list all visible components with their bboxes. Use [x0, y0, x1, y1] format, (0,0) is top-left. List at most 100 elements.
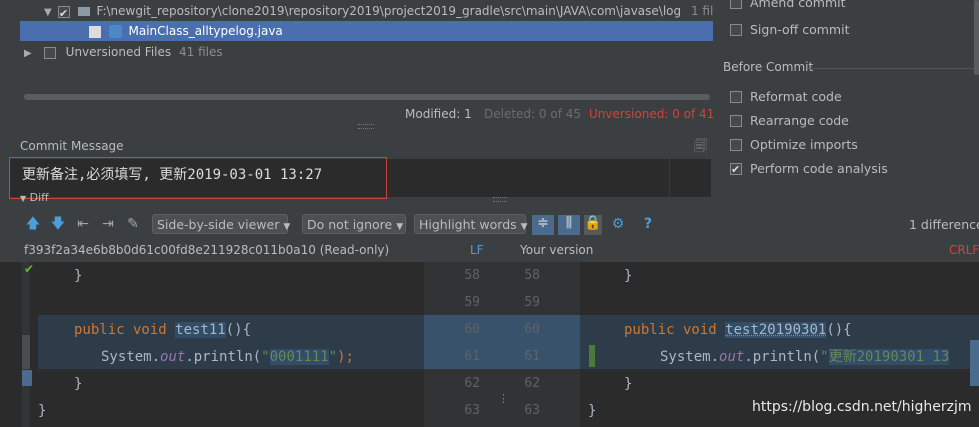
- before-commit-title: Before Commit: [723, 60, 814, 74]
- code-line: System.out.println("0001111");: [101, 347, 354, 367]
- code-string-quote: ": [328, 349, 338, 365]
- chevron-down-icon: ▼: [283, 222, 291, 232]
- lock-icon[interactable]: 🔒: [584, 215, 602, 235]
- rearrange-code-checkbox[interactable]: [730, 115, 742, 127]
- code-token: );: [337, 349, 354, 365]
- optimize-imports-option[interactable]: Optimize imports: [730, 136, 858, 154]
- right-change-marker: [589, 345, 595, 367]
- chevron-down-icon: ▼: [396, 222, 404, 232]
- left-file-info: f393f2a34e6b8b0d61c00fd8e211928c011b0a10…: [24, 243, 390, 257]
- analysis-ok-icon: ✔: [24, 262, 35, 276]
- left-line-separator[interactable]: LF: [470, 243, 484, 257]
- amend-commit-checkbox[interactable]: [730, 0, 742, 9]
- folder-path: F:\newgit_repository\clone2019\repositor…: [96, 4, 682, 18]
- java-file-icon: [108, 25, 122, 38]
- changes-tree: ▼ F:\newgit_repository\clone2019\reposit…: [20, 0, 721, 104]
- gutter-splitter-handle[interactable]: ⋮: [498, 392, 509, 405]
- prev-difference-icon[interactable]: 🡅: [25, 216, 41, 232]
- perform-code-analysis-label: Perform code analysis: [750, 161, 888, 176]
- folder-icon: [77, 7, 90, 16]
- tree-horizontal-scrollbar[interactable]: [24, 94, 710, 100]
- deleted-count: Deleted: 0 of 45: [484, 107, 582, 121]
- code-token: (){: [826, 322, 852, 338]
- expand-arrow-icon[interactable]: ▼: [44, 3, 54, 23]
- amend-commit-label: Amend commit: [750, 0, 846, 10]
- code-line: }: [74, 268, 83, 284]
- code-string: 0001111: [269, 349, 329, 365]
- tree-file-row[interactable]: MainClass_alltypelog.java: [20, 21, 713, 44]
- sync-scroll-icon[interactable]: ⫼: [558, 215, 580, 235]
- file-checkbox[interactable]: [88, 24, 101, 44]
- method-name: test11: [175, 322, 226, 338]
- code-line: System.out.println("更新20190301 13: [660, 347, 970, 367]
- method-name: test20190301: [725, 322, 827, 338]
- left-line-number: 60: [464, 322, 480, 337]
- optimize-imports-checkbox[interactable]: [730, 139, 742, 151]
- unversioned-count: 41 files: [178, 45, 223, 59]
- right-line-number: 58: [524, 268, 540, 283]
- right-line-number: 60: [524, 322, 540, 337]
- code-line: }: [588, 403, 597, 419]
- annotation-highlight-box: [9, 157, 387, 199]
- collapse-unchanged-icon[interactable]: ≑: [532, 215, 554, 235]
- left-line-number: 59: [464, 295, 480, 310]
- code-token: System.: [101, 349, 161, 365]
- right-title: Your version: [520, 243, 594, 257]
- code-string-quote: ": [820, 349, 829, 365]
- gear-icon[interactable]: ⚙: [610, 216, 626, 232]
- left-line-number: 61: [464, 349, 480, 364]
- reformat-code-checkbox[interactable]: [730, 91, 742, 103]
- rearrange-code-option[interactable]: Rearrange code: [730, 112, 849, 130]
- code-keyword: public void: [74, 322, 167, 338]
- watermark: https://blog.csdn.net/higherzjm: [752, 399, 972, 415]
- code-token: .println(: [744, 349, 821, 365]
- perform-code-analysis-checkbox[interactable]: [730, 161, 742, 179]
- code-string-quote: ": [261, 349, 270, 365]
- highlighting-select[interactable]: Highlight words ▼: [414, 214, 528, 234]
- splitter-handle[interactable]: [358, 124, 374, 129]
- commit-message-label: Commit Message: [20, 139, 124, 153]
- file-name: MainClass_alltypelog.java: [128, 24, 283, 38]
- sign-off-commit-option[interactable]: Sign-off commit: [730, 21, 850, 39]
- compare-files-icon[interactable]: ⇥: [100, 216, 116, 232]
- perform-code-analysis-option[interactable]: Perform code analysis: [730, 160, 888, 179]
- diff-collapse-icon: ▼: [20, 194, 27, 203]
- options-scrollbar[interactable]: [974, 0, 979, 75]
- sign-off-commit-checkbox[interactable]: [730, 24, 742, 36]
- right-scroll-marker: [970, 340, 979, 386]
- right-line-number: 59: [524, 295, 540, 310]
- ignore-whitespace-select[interactable]: Do not ignore ▼: [302, 214, 406, 234]
- next-difference-icon[interactable]: 🡇: [50, 216, 66, 232]
- commit-history-icon[interactable]: 🗐: [694, 137, 707, 159]
- tree-unversioned-row[interactable]: ▶ Unversioned Files 41 files: [24, 42, 223, 62]
- right-line-number: 63: [524, 403, 540, 418]
- right-line-number: 61: [524, 349, 540, 364]
- viewer-mode-select[interactable]: Side-by-side viewer ▼: [152, 214, 291, 234]
- gutter-change-highlight: [424, 315, 580, 369]
- code-line: }: [38, 403, 47, 419]
- jump-to-source-icon[interactable]: ⇤: [75, 216, 91, 232]
- right-line-separator[interactable]: CRLF: [949, 243, 979, 257]
- diff-toolbar: 🡅 🡇 ⇤ ⇥ ✎ Side-by-side viewer ▼ Do not i…: [0, 214, 979, 240]
- folder-checkbox[interactable]: [57, 4, 70, 24]
- left-scroll-marker: [22, 335, 30, 369]
- ignore-whitespace-value: Do not ignore: [307, 217, 393, 232]
- code-line: }: [74, 376, 83, 392]
- differences-count: 1 difference: [909, 217, 979, 232]
- unversioned-checkbox[interactable]: [43, 46, 56, 59]
- edit-source-icon[interactable]: ✎: [125, 216, 141, 232]
- reformat-code-label: Reformat code: [750, 89, 842, 104]
- amend-commit-option[interactable]: Amend commit: [730, 0, 846, 12]
- viewer-mode-value: Side-by-side viewer: [157, 217, 280, 232]
- chevron-down-icon: ▼: [520, 222, 528, 232]
- diff-splitter-handle[interactable]: [493, 197, 507, 202]
- help-icon[interactable]: ?: [640, 216, 656, 232]
- diff-section-toggle[interactable]: ▼ Diff: [20, 191, 49, 204]
- collapse-arrow-icon[interactable]: ▶: [24, 44, 34, 64]
- right-line-number: 62: [524, 376, 540, 391]
- tree-folder-row[interactable]: ▼ F:\newgit_repository\clone2019\reposit…: [44, 1, 721, 24]
- code-field: out: [160, 349, 186, 365]
- reformat-code-option[interactable]: Reformat code: [730, 88, 842, 106]
- code-line: public void test11(){: [74, 320, 251, 340]
- section-divider: [807, 68, 979, 69]
